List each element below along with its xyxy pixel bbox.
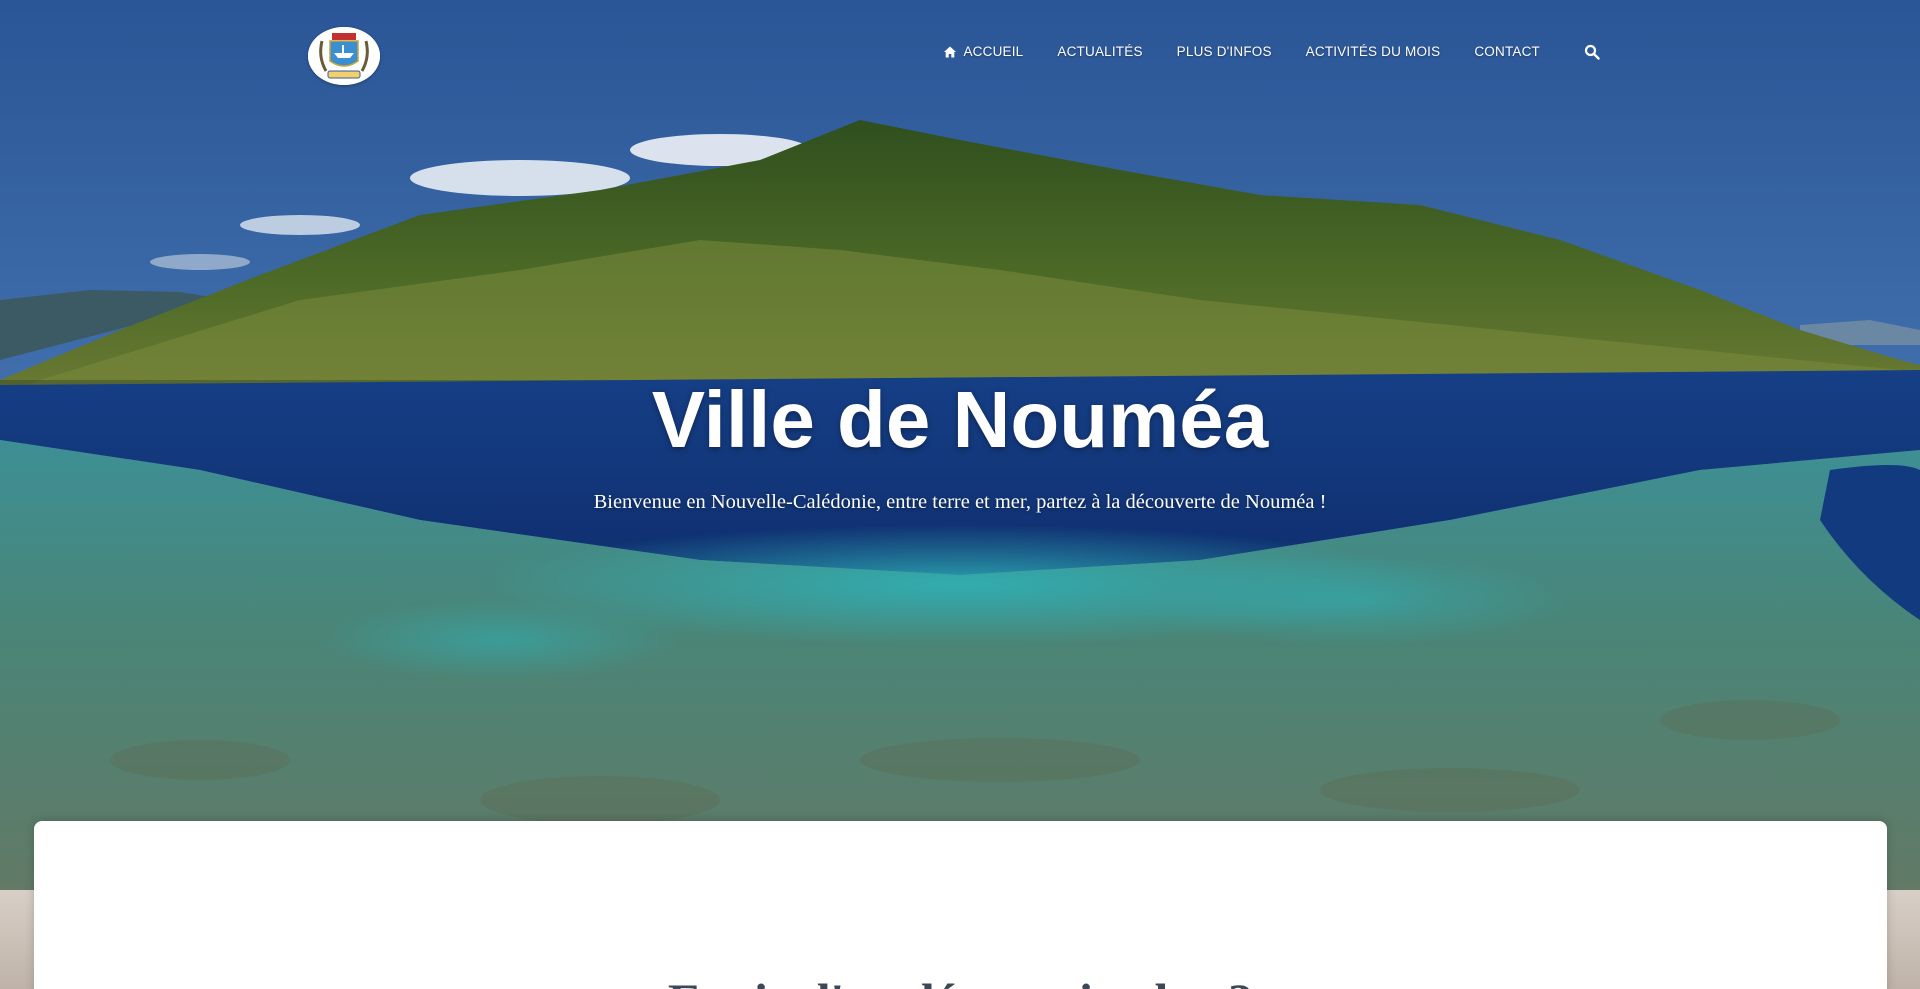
nav-item-label: Activités du mois	[1305, 44, 1441, 59]
hero-section: Accueil Actualités Plus d'infos Activité…	[0, 0, 1920, 989]
section-heading: Envie d'en découvrir plus ?	[34, 971, 1887, 989]
hero-subtitle: Bienvenue en Nouvelle-Calédonie, entre t…	[593, 491, 1327, 513]
top-navbar: Accueil Actualités Plus d'infos Activité…	[0, 0, 1920, 112]
page-title: Ville de Nouméa	[651, 375, 1269, 464]
main-nav: Accueil Actualités Plus d'infos Activité…	[943, 44, 1540, 59]
nav-item-plus-infos[interactable]: Plus d'infos	[1177, 44, 1272, 59]
nav-item-contact[interactable]: Contact	[1474, 44, 1540, 59]
site-logo[interactable]	[308, 27, 380, 85]
nav-item-label: Plus d'infos	[1176, 44, 1272, 59]
coat-of-arms-logo	[308, 27, 380, 85]
nav-item-label: Contact	[1474, 44, 1540, 59]
search-icon	[1584, 44, 1600, 60]
nav-item-label: Actualités	[1057, 44, 1143, 59]
nav-item-label: Accueil	[963, 44, 1024, 59]
nav-item-activites-du-mois[interactable]: Activités du mois	[1306, 44, 1441, 59]
home-icon	[944, 46, 957, 57]
search-button[interactable]	[1584, 44, 1600, 60]
content-card: Envie d'en découvrir plus ?	[34, 821, 1887, 989]
nav-item-actualites[interactable]: Actualités	[1057, 44, 1142, 59]
nav-item-accueil[interactable]: Accueil	[943, 44, 1023, 59]
